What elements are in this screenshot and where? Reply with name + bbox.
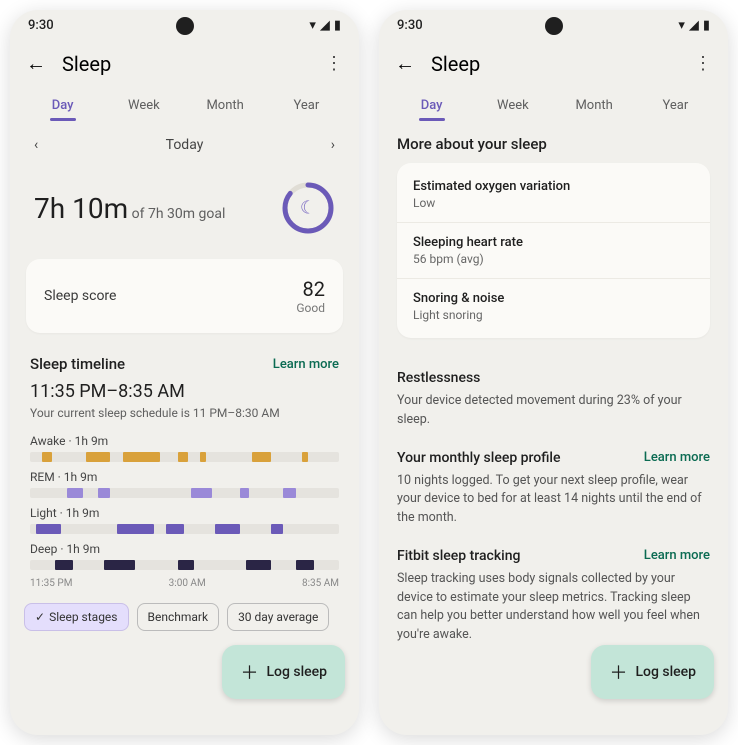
phone-screen-2: 9:30 ▾ ◢ ▮ ← Sleep ⋮ Day Week Month Year… <box>379 10 728 735</box>
tab-week[interactable]: Week <box>107 86 180 125</box>
prev-day-icon[interactable]: ‹ <box>34 137 38 153</box>
phone-screen-1: 9:30 ▾ ◢ ▮ ← Sleep ⋮ Day Week Month Year… <box>10 10 359 735</box>
stage-rem: REM · 1h 9m <box>30 470 339 498</box>
more-about-sleep: More about your sleep Estimated oxygen v… <box>379 125 728 364</box>
tab-week[interactable]: Week <box>476 86 549 125</box>
plus-icon: ＋ <box>609 659 627 685</box>
chip-30day-avg[interactable]: 30 day average <box>227 603 329 631</box>
stage-deep: Deep · 1h 9m <box>30 542 339 570</box>
app-header: ← Sleep ⋮ <box>379 41 728 86</box>
tabs: Day Week Month Year <box>10 86 359 125</box>
sleep-info-card: Estimated oxygen variationLow Sleeping h… <box>397 163 710 338</box>
moon-icon: ☾ <box>300 198 316 219</box>
tab-day[interactable]: Day <box>26 86 99 125</box>
battery-icon: ▮ <box>334 18 341 33</box>
duration-summary: 7h 10m of 7h 30m goal ☾ <box>10 165 359 255</box>
status-icons: ▾ ◢ ▮ <box>678 18 710 33</box>
app-header: ← Sleep ⋮ <box>10 41 359 86</box>
score-label: Sleep score <box>44 288 116 304</box>
status-icons: ▾ ◢ ▮ <box>309 18 341 33</box>
plus-icon: ＋ <box>240 659 258 685</box>
learn-more-link[interactable]: Learn more <box>644 450 710 465</box>
tab-month[interactable]: Month <box>189 86 262 125</box>
learn-more-link[interactable]: Learn more <box>644 548 710 563</box>
date-navigator: ‹ Today › <box>10 125 359 165</box>
log-sleep-fab[interactable]: ＋ Log sleep <box>591 645 714 699</box>
fitbit-tracking-header: Fitbit sleep tracking Learn more <box>379 542 728 570</box>
status-time: 9:30 <box>397 18 423 33</box>
heartrate-row[interactable]: Sleeping heart rate56 bpm (avg) <box>397 223 710 279</box>
back-icon[interactable]: ← <box>26 51 46 76</box>
tab-year[interactable]: Year <box>270 86 343 125</box>
timeline-header: Sleep timeline Learn more <box>10 337 359 381</box>
wifi-icon: ▾ <box>678 18 685 33</box>
restlessness-text: Your device detected movement during 23%… <box>379 392 728 444</box>
sleep-score-card[interactable]: Sleep score 82 Good <box>26 259 343 333</box>
page-title: Sleep <box>431 52 678 76</box>
wifi-icon: ▾ <box>309 18 316 33</box>
status-bar: 9:30 ▾ ◢ ▮ <box>379 10 728 41</box>
battery-icon: ▮ <box>703 18 710 33</box>
camera-hole <box>545 17 563 35</box>
chip-row: ✓Sleep stages Benchmark 30 day average <box>10 595 359 639</box>
status-bar: 9:30 ▾ ◢ ▮ <box>10 10 359 41</box>
current-date-label: Today <box>166 137 204 153</box>
tab-month[interactable]: Month <box>558 86 631 125</box>
progress-ring: ☾ <box>281 181 335 235</box>
tab-day[interactable]: Day <box>395 86 468 125</box>
signal-icon: ◢ <box>320 18 330 33</box>
oxygen-row[interactable]: Estimated oxygen variationLow <box>397 167 710 223</box>
timeline-title: Sleep timeline <box>30 355 125 373</box>
tab-year[interactable]: Year <box>639 86 712 125</box>
timeline-box: 11:35 PM–8:35 AM Your current sleep sche… <box>10 381 359 595</box>
check-icon: ✓ <box>35 610 45 624</box>
camera-hole <box>176 17 194 35</box>
learn-more-link[interactable]: Learn more <box>273 357 339 372</box>
monthly-profile-text: 10 nights logged. To get your next sleep… <box>379 472 728 542</box>
chip-benchmark[interactable]: Benchmark <box>137 603 220 631</box>
snoring-row[interactable]: Snoring & noiseLight snoring <box>397 279 710 334</box>
stage-awake: Awake · 1h 9m <box>30 434 339 462</box>
status-time: 9:30 <box>28 18 54 33</box>
duration-text: 7h 10m of 7h 30m goal <box>34 192 225 225</box>
chip-sleep-stages[interactable]: ✓Sleep stages <box>24 603 129 631</box>
score-rating: Good <box>296 301 325 315</box>
time-axis: 11:35 PM3:00 AM8:35 AM <box>30 578 339 595</box>
overflow-menu-icon[interactable]: ⋮ <box>694 53 712 74</box>
overflow-menu-icon[interactable]: ⋮ <box>325 53 343 74</box>
timeline-range: 11:35 PM–8:35 AM <box>30 381 339 402</box>
tabs: Day Week Month Year <box>379 86 728 125</box>
more-title: More about your sleep <box>397 135 710 153</box>
next-day-icon[interactable]: › <box>331 137 335 153</box>
signal-icon: ◢ <box>689 18 699 33</box>
timeline-schedule: Your current sleep schedule is 11 PM–8:3… <box>30 406 339 420</box>
monthly-profile-header: Your monthly sleep profile Learn more <box>379 444 728 472</box>
restlessness-header: Restlessness <box>379 364 728 392</box>
log-sleep-fab[interactable]: ＋ Log sleep <box>222 645 345 699</box>
back-icon[interactable]: ← <box>395 51 415 76</box>
score-value: 82 <box>296 277 325 301</box>
stage-light: Light · 1h 9m <box>30 506 339 534</box>
page-title: Sleep <box>62 52 309 76</box>
